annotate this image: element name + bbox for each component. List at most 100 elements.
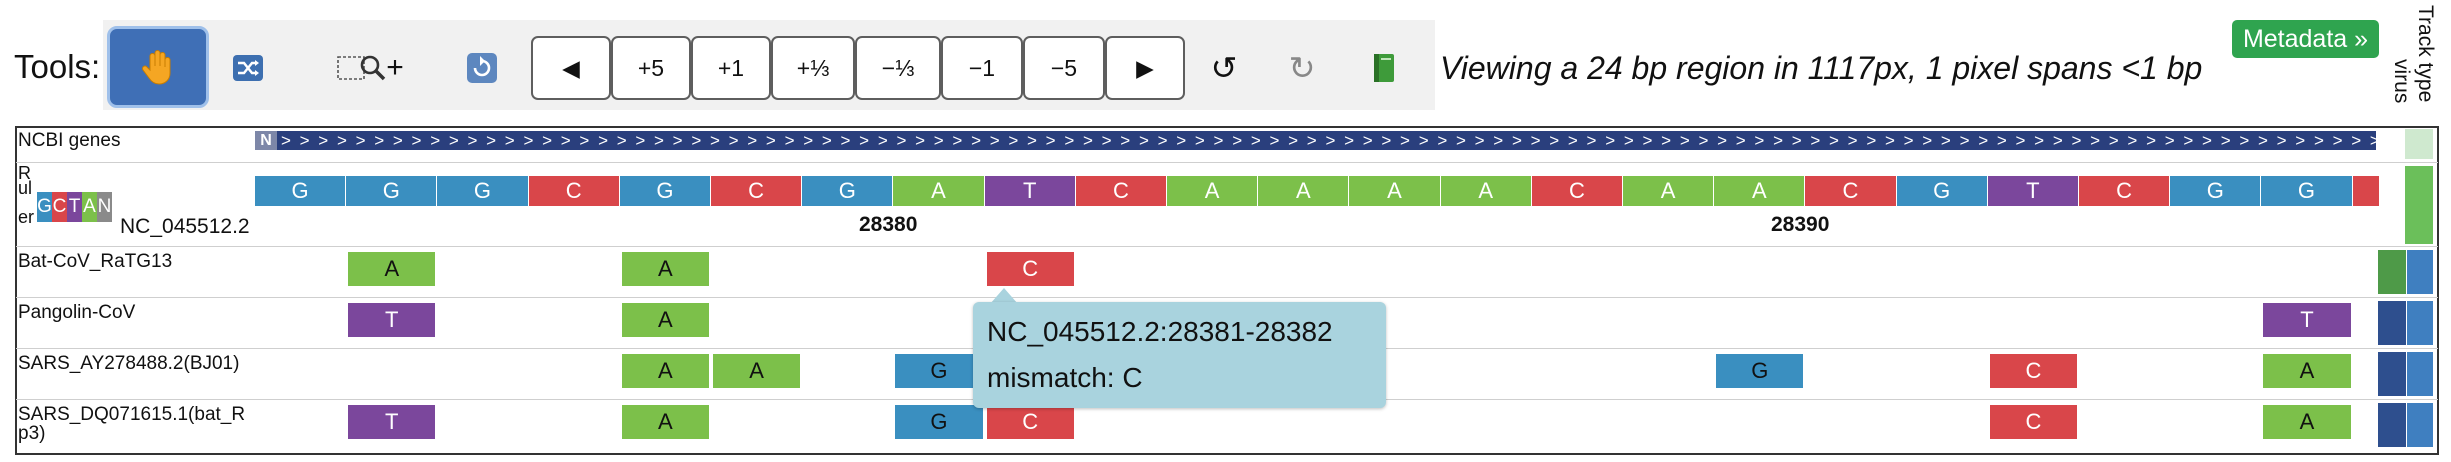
track-label-sample[interactable]: SARS_AY278488.2(BJ01) [18,354,239,373]
track-type-swatch [2407,250,2433,294]
variant-cell[interactable]: A [621,354,709,388]
reference-base[interactable]: G [255,176,346,206]
reference-base[interactable]: G [802,176,893,206]
gene-strand-arrows: > > > > > > > > > > > > > > > > > > > > … [281,131,2376,150]
variant-cell[interactable]: A [348,252,436,286]
scroll-right-button[interactable]: ▶ [1105,36,1185,100]
shuffle-icon [233,55,263,81]
reference-base[interactable]: C [1805,176,1896,206]
track-type-swatch [2407,403,2433,447]
zoom-plus-third-button[interactable]: +⅓ [771,36,855,100]
reference-base[interactable]: A [1623,176,1714,206]
scroll-left-button[interactable]: ◀ [531,36,611,100]
reference-base[interactable]: A [893,176,984,206]
refresh-track-button[interactable] [456,36,508,100]
legend-base-G: G [37,192,52,222]
reference-base[interactable]: C [1531,176,1622,206]
variant-cell[interactable]: C [986,252,1074,286]
reference-base[interactable]: A [1258,176,1349,206]
gene-feature-n[interactable]: > > > > > > > > > > > > > > > > > > > > … [255,131,2376,150]
zoom-minus1-button[interactable]: −1 [941,36,1023,100]
track-type-swatch [2405,129,2433,159]
variant-cell[interactable]: A [713,354,801,388]
zoom-plus-label: + [386,51,404,84]
track-type-swatch [2378,301,2406,345]
track-type-virus-label: virus [2390,59,2413,104]
pan-tool-button[interactable] [107,26,209,108]
track-label-ncbi-genes[interactable]: NCBI genes [18,131,120,150]
track-type-swatch [2405,166,2433,244]
legend-base-T: T [67,192,82,222]
track-label-sample[interactable]: Bat-CoV_RaTG13 [18,252,172,271]
variant-cell[interactable]: C [1989,354,2077,388]
zoom-plus5-button[interactable]: +5 [611,36,691,100]
variant-cell[interactable]: T [2263,303,2351,337]
ruler-coordinate: 28390 [1771,213,1830,236]
sample-name-line: SARS_DQ071615.1(bat_R [18,404,246,425]
zoom-select-button[interactable]: + [318,36,420,100]
track-divider [16,162,2438,163]
shuffle-button[interactable] [220,36,276,100]
ruler-label-line: er [18,207,35,227]
variant-cell[interactable]: T [348,405,436,439]
reference-base[interactable]: C [2079,176,2170,206]
track-label-sample[interactable]: SARS_DQ071615.1(bat_R p3) [18,405,245,443]
book-icon [1374,54,1394,82]
reference-base[interactable]: A [1440,176,1531,206]
variant-cell[interactable]: C [986,405,1074,439]
reference-base[interactable]: G [346,176,437,206]
zoom-select-icon [337,55,386,81]
variant-cell[interactable]: G [895,405,983,439]
reference-base[interactable]: G [1896,176,1987,206]
reference-base[interactable]: C [711,176,802,206]
zoom-plus1-button[interactable]: +1 [691,36,771,100]
reference-base[interactable]: A [1167,176,1258,206]
undo-button[interactable]: ↺ [1200,36,1248,100]
legend-base-A: A [82,192,97,222]
reference-base[interactable]: A [1714,176,1805,206]
reference-base[interactable]: G [437,176,528,206]
variant-cell[interactable]: A [621,405,709,439]
legend-base-N: N [97,192,112,222]
track-label-sample[interactable]: Pangolin-CoV [18,303,135,322]
reference-base[interactable]: G [619,176,710,206]
reference-base[interactable]: G [2170,176,2261,206]
refresh-icon [467,53,497,83]
tools-label: Tools: [14,48,101,85]
reference-base[interactable]: T [1987,176,2078,206]
tooltip-region: NC_045512.2:28381-28382 [987,316,1333,347]
zoom-minus-third-button[interactable]: −⅓ [855,36,941,100]
track-type-swatch [2407,352,2433,396]
reference-base[interactable]: G [2261,176,2352,206]
redo-button[interactable]: ↻ [1278,36,1326,100]
track-label-ruler[interactable]: R ul [18,164,33,198]
track-divider [16,246,2438,247]
variant-cell[interactable]: A [621,252,709,286]
variant-cell[interactable]: G [1716,354,1804,388]
track-type-swatch [2378,352,2406,396]
view-status-text: Viewing a 24 bp region in 1117px, 1 pixe… [1440,50,2203,86]
ruler-label-line: ul [18,178,33,198]
reference-base[interactable]: A [1349,176,1440,206]
variant-cell[interactable]: A [2263,405,2351,439]
legend-base-C: C [52,192,67,222]
tooltip-detail: mismatch: C [987,362,1143,393]
reference-base[interactable]: C [528,176,619,206]
variant-cell[interactable]: A [621,303,709,337]
book-button[interactable] [1362,36,1406,100]
ruler-coordinate: 28380 [859,213,918,236]
variant-cell[interactable]: G [895,354,983,388]
variant-cell[interactable]: A [2263,354,2351,388]
hand-icon [142,50,171,85]
variant-cell[interactable]: C [1989,405,2077,439]
variant-cell[interactable]: T [348,303,436,337]
track-type-label: Track type [2414,5,2437,103]
zoom-minus5-button[interactable]: −5 [1023,36,1105,100]
track-type-swatch [2378,403,2406,447]
reference-name: NC_045512.2 [120,215,250,238]
reference-base[interactable]: T [984,176,1075,206]
reference-base[interactable]: C [1075,176,1166,206]
base-color-legend: GCTAN [37,192,112,222]
reference-base-partial [2352,176,2379,206]
gene-symbol: N [255,131,277,150]
